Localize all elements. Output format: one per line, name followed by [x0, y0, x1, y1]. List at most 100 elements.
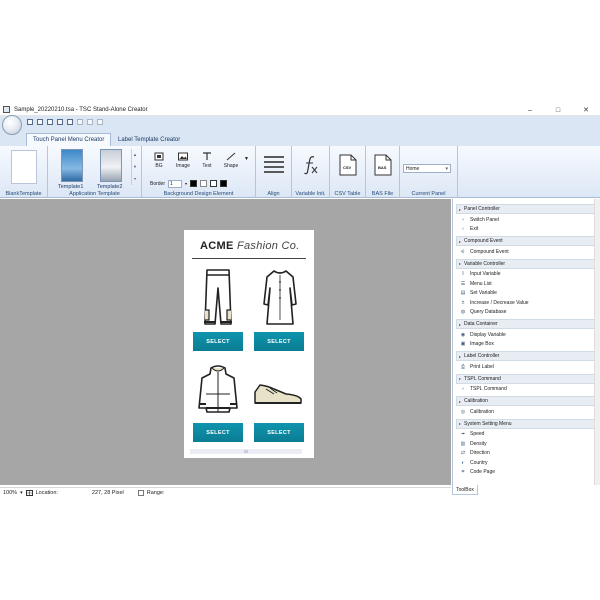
fill-black-swatch[interactable]	[220, 180, 228, 187]
toolbox-item[interactable]: ▤ Set Variable	[456, 289, 596, 299]
save-icon[interactable]	[47, 119, 53, 125]
ribbon: BlankTemplate Application Template Templ…	[0, 146, 600, 198]
range-checkbox[interactable]	[137, 489, 144, 496]
open-file-icon[interactable]	[37, 119, 43, 125]
code-icon: ⌗	[461, 469, 465, 476]
toolbox-item[interactable]: ◉ Display Variable	[456, 330, 596, 340]
collapse-toggle-icon[interactable]: ▸	[459, 354, 461, 359]
collapse-toggle-icon[interactable]: ▸	[459, 261, 461, 266]
undo-icon[interactable]	[77, 119, 83, 125]
window-controls: – □ ✕	[516, 104, 600, 116]
help-icon[interactable]	[97, 119, 103, 125]
toolbox-section-header[interactable]: ▸ Data Container	[456, 319, 596, 329]
toolbox-item[interactable]: ▥ Density	[456, 439, 596, 449]
collapse-toggle-icon[interactable]: ▸	[459, 399, 461, 404]
shape-tool-button[interactable]: Shape	[222, 152, 240, 169]
density-icon: ▥	[460, 440, 466, 447]
toolbox-section-title: System Setting Menu	[464, 420, 512, 427]
text-tool-button[interactable]: Text	[198, 152, 216, 169]
toolbox-item-label: TSPL Command	[470, 386, 507, 393]
toolbox-item[interactable]: ⎙ Print Label	[456, 362, 596, 372]
border-row: Border 1 ▾	[150, 179, 228, 188]
toolbox-item[interactable]: ◐ Country	[456, 458, 596, 468]
panel-canvas[interactable]: ACME Fashion Co. SELECT SELECT SELECT SE…	[184, 230, 314, 458]
zoom-level[interactable]: 100%	[3, 490, 17, 496]
minimize-button[interactable]: –	[516, 104, 544, 116]
toolbox-section-header[interactable]: ▸ Variable Controller	[456, 258, 596, 269]
canvas-scroll-thumb[interactable]	[244, 450, 248, 453]
template2-thumbnail[interactable]	[100, 149, 122, 182]
preview-icon[interactable]	[57, 119, 63, 125]
border-color-swatch[interactable]	[190, 180, 198, 187]
close-button[interactable]: ✕	[572, 104, 600, 116]
toolbox-item[interactable]: ◎ Calibration	[456, 407, 596, 417]
tab-touch-panel-menu-creator[interactable]: Touch Panel Menu Creator	[26, 133, 112, 146]
fill-white-swatch[interactable]	[210, 180, 218, 187]
toolbox-section-header[interactable]: ▸ TSPL Command	[456, 373, 596, 384]
toolbox-item[interactable]: › TSPL Command	[456, 385, 596, 395]
application-menu-button[interactable]	[2, 115, 22, 135]
toolbox-item[interactable]: › Switch Panel	[456, 215, 596, 225]
blank-template-button[interactable]	[11, 150, 37, 184]
printer-icon: ⎙	[460, 363, 465, 370]
toolbox-scrollbar[interactable]	[594, 199, 600, 485]
border-label: Border	[150, 180, 166, 187]
template-gallery-scroll[interactable]: ▲ ▼ ▾	[131, 149, 138, 185]
border-width-input[interactable]: 1	[168, 179, 183, 188]
settings-icon[interactable]	[67, 119, 73, 125]
toolbox-section-header[interactable]: ▸ Calibration	[456, 396, 596, 406]
jacket-icon	[198, 365, 238, 413]
toolbox-item[interactable]: ⌗ Code Page	[456, 468, 596, 478]
template1-thumbnail[interactable]	[61, 149, 83, 182]
current-panel-select[interactable]: Home ▾	[403, 164, 451, 173]
toolbox-item[interactable]: ▣ Image Box	[456, 340, 596, 350]
fill-none-swatch[interactable]	[200, 180, 208, 187]
toolbox-item[interactable]: ◍ Query Database	[456, 308, 596, 318]
toolbox-item[interactable]: ⇄ Direction	[456, 449, 596, 459]
new-file-icon[interactable]	[27, 119, 33, 125]
collapse-toggle-icon[interactable]: ▸	[459, 207, 461, 212]
toolbox-section-title: Panel Controller	[464, 206, 500, 212]
zoom-dropdown-icon[interactable]: ▾	[20, 490, 23, 496]
csv-icon-text: CSV	[343, 165, 352, 170]
toolbox-item[interactable]: ☰ Menu List	[456, 279, 596, 289]
collapse-toggle-icon[interactable]: ▸	[459, 239, 461, 244]
border-spin-icon[interactable]: ▾	[185, 181, 187, 186]
image-icon: ▣	[460, 341, 466, 348]
brand-italic: Fashion Co.	[236, 240, 300, 252]
tab-label-template-creator[interactable]: Label Template Creator	[112, 133, 186, 146]
toolbox-item[interactable]: ➟ Speed	[456, 430, 596, 440]
bg-tool-button[interactable]: BG	[150, 152, 168, 169]
toolbox-item-label: Image Box	[470, 341, 494, 348]
toolbox-section-header[interactable]: ▸ Label Controller	[456, 351, 596, 361]
align-icon[interactable]	[263, 154, 285, 174]
shape-dropdown-icon[interactable]: ▼	[244, 156, 249, 162]
compound-icon: ⚟	[460, 248, 466, 255]
maximize-button[interactable]: □	[544, 104, 572, 116]
select-button-shoe[interactable]: SELECT	[254, 423, 304, 442]
group-label-background-design: Background Design Element	[163, 191, 234, 197]
function-icon[interactable]	[303, 155, 319, 175]
toolbox-section-header[interactable]: ▸ Panel Controller	[456, 204, 596, 214]
canvas-scrollbar[interactable]	[190, 449, 302, 454]
select-button-dress[interactable]: SELECT	[254, 332, 304, 351]
group-label-application-template: Application Template	[69, 191, 120, 197]
toolbox-section-header[interactable]: ▸ Compound Event	[456, 236, 596, 246]
toolbox-item[interactable]: ⚟ Compound Event	[456, 247, 596, 257]
collapse-toggle-icon[interactable]: ▸	[459, 421, 461, 426]
select-button-pants[interactable]: SELECT	[193, 332, 243, 351]
window-title: Sample_20220210.tsa - TSC Stand-Alone Cr…	[14, 106, 148, 113]
toolbox-item-label: Compound Event	[470, 248, 509, 255]
collapse-toggle-icon[interactable]: ▸	[459, 322, 461, 327]
toolbox-item[interactable]: ‹ Exit	[456, 225, 596, 235]
target-icon: ◎	[460, 408, 466, 415]
toolbox-section-header[interactable]: ▸ System Setting Menu	[456, 418, 596, 429]
image-tool-button[interactable]: Image	[174, 152, 192, 169]
group-blank-template: BlankTemplate	[0, 146, 48, 198]
toolbox-tab[interactable]: ToolBox	[452, 485, 478, 495]
redo-icon[interactable]	[87, 119, 93, 125]
toolbox-item[interactable]: ± Increase / Decrease Value	[456, 298, 596, 308]
select-button-jacket[interactable]: SELECT	[193, 423, 243, 442]
collapse-toggle-icon[interactable]: ▸	[459, 376, 461, 381]
toolbox-item[interactable]: Ⅰ Input Variable	[456, 270, 596, 280]
